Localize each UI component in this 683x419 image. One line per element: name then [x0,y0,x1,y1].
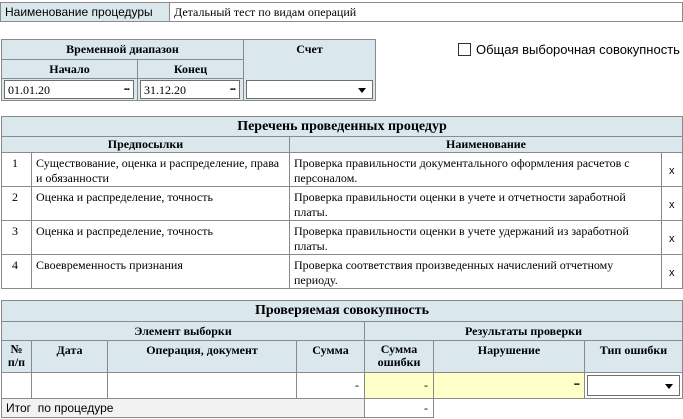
time-range-header: Временной диапазон [1,39,244,60]
violation-picker-icon[interactable]: ... [574,376,580,388]
error-type-select[interactable] [587,375,680,396]
sample-element-header: Элемент выборки [1,321,365,341]
row-operation-cell[interactable] [107,372,297,399]
total-population-checkbox[interactable] [458,42,471,56]
operation-header: Операция, документ [107,340,297,373]
total-population-checkbox-group[interactable]: Общая выборочная совокупность [458,41,683,57]
row-sum-cell[interactable]: - [296,372,365,399]
row-violation-cell[interactable]: ... [433,372,585,399]
procedure-row-name[interactable]: Проверка соответствия произведенных начи… [289,254,662,289]
row-error-sum-cell[interactable]: - [364,372,434,399]
procedure-row-num: 3 [1,220,32,255]
close-icon[interactable]: x [669,199,675,211]
error-sum-header: Сумма ошибки [364,340,434,373]
premises-header: Предпосылки [1,136,290,153]
procedure-row-num: 2 [1,186,32,221]
name-header: Наименование [289,136,683,153]
end-date-picker-icon[interactable]: ... [230,81,236,93]
end-label: Конец [137,59,244,79]
procedure-row-premise: Оценка и распределение, точность [31,186,290,221]
total-label: Итог по процедуре [1,398,365,418]
end-date-field[interactable]: 31.12.20 ... [140,80,240,99]
close-icon[interactable]: x [669,233,675,245]
end-date-value: 31.12.20 [144,83,186,97]
chevron-down-icon[interactable] [358,88,366,93]
procedure-row-num: 1 [1,152,32,187]
sum-header: Сумма [296,340,365,373]
start-date-picker-icon[interactable]: ... [124,81,130,93]
procedure-value[interactable]: Детальный тест по видам операций [169,2,683,22]
start-label: Начало [1,59,138,79]
procedures-title: Перечень проведенных процедур [1,116,683,137]
error-type-header: Тип ошибки [584,340,683,373]
row-error-sum-value: - [424,378,428,392]
procedure-row-premise: Существование, оценка и распределение, п… [31,152,290,187]
procedure-row-num: 4 [1,254,32,289]
total-cell: - [364,398,434,418]
start-date-field[interactable]: 01.01.20 ... [4,80,134,99]
start-date-value: 01.01.20 [8,83,50,97]
procedure-row-delete-cell[interactable]: x [661,186,683,221]
procedure-row-delete-cell[interactable]: x [661,220,683,255]
check-results-header: Результаты проверки [364,321,683,341]
chevron-down-icon[interactable] [665,384,673,389]
population-title: Проверяемая совокупность [1,300,683,322]
procedure-row-delete-cell[interactable]: x [661,254,683,289]
procedure-row-name[interactable]: Проверка правильности документального оф… [289,152,662,187]
close-icon[interactable]: x [669,165,675,177]
date-header: Дата [31,340,108,373]
procedure-row-name[interactable]: Проверка правильности оценки в учете уде… [289,220,662,255]
total-population-label: Общая выборочная совокупность [476,41,680,57]
row-sum-value: - [355,378,359,392]
row-num-cell[interactable] [1,372,32,399]
total-value: - [424,401,428,415]
procedure-row-premise: Оценка и распределение, точность [31,220,290,255]
row-date-cell[interactable] [31,372,108,399]
num-header: № п/п [1,340,32,373]
procedure-row-delete-cell[interactable]: x [661,152,683,187]
procedure-row-name[interactable]: Проверка правильности оценки в учете и о… [289,186,662,221]
procedure-label: Наименование процедуры [0,2,170,22]
procedure-row-premise: Своевременность признания [31,254,290,289]
violation-header: Нарушение [433,340,585,373]
close-icon[interactable]: x [669,267,675,279]
account-select[interactable] [246,80,373,99]
